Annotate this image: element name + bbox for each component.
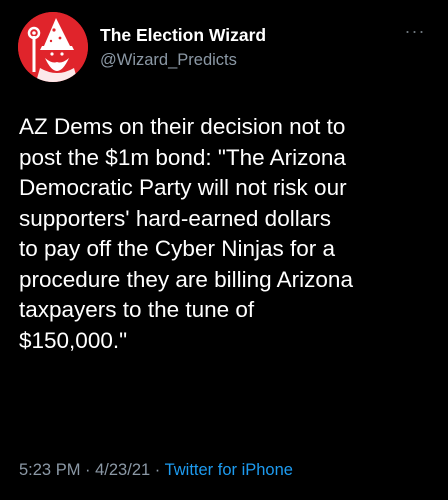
tweet-text: AZ Dems on their decision not to post th… [19, 112, 439, 356]
tweet-text-line: taxpayers to the tune of [19, 297, 255, 322]
user-handle[interactable]: @Wizard_Predicts [100, 51, 237, 70]
tweet-metadata: 5:23 PM · 4/23/21 · Twitter for iPhone [19, 461, 293, 480]
tweet-text-line: Democratic Party will not risk our [19, 175, 347, 200]
tweet-time[interactable]: 5:23 PM [19, 461, 80, 479]
wizard-avatar-icon [18, 12, 88, 82]
tweet-text-line: to pay off the Cyber Ninjas for a [19, 236, 335, 261]
tweet-card: The Election Wizard @Wizard_Predicts ···… [0, 0, 448, 500]
tweet-text-line: $150,000." [19, 327, 128, 353]
meta-separator: · [150, 461, 165, 479]
tweet-text-line: supporters' hard-earned dollars [19, 205, 331, 231]
avatar[interactable] [18, 12, 88, 82]
tweet-text-line: AZ Dems on their decision not to [19, 114, 346, 139]
more-options-icon[interactable]: ··· [400, 22, 430, 44]
tweet-date[interactable]: 4/23/21 [95, 461, 150, 479]
tweet-source-link[interactable]: Twitter for iPhone [165, 461, 293, 479]
tweet-text-line: post the $1m bond: "The Arizona [19, 144, 346, 170]
meta-separator: · [80, 461, 96, 479]
tweet-text-line: procedure they are billing Arizona [19, 266, 353, 292]
display-name[interactable]: The Election Wizard [100, 25, 266, 46]
